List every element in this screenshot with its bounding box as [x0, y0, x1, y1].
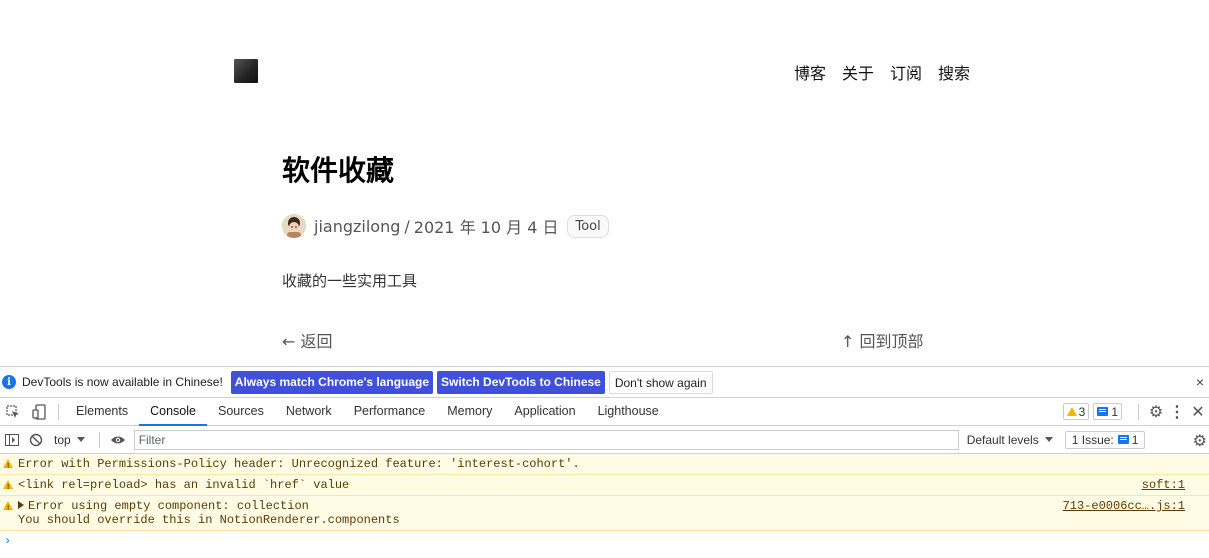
nav-blog[interactable]: 博客 [794, 60, 826, 84]
chevron-down-icon [1044, 437, 1053, 442]
log-levels-dropdown[interactable]: Default levels [967, 433, 1053, 447]
chevron-down-icon [76, 437, 85, 442]
back-to-top-link[interactable]: ↑ 回到顶部 [841, 328, 924, 352]
devtools-panel: i DevTools is now available in Chinese! … [0, 366, 1209, 558]
issues-count: 1 [1131, 432, 1139, 447]
log-levels-value: Default levels [966, 432, 1039, 447]
close-devtools-icon[interactable]: ✕ [1187, 402, 1209, 422]
context-selector[interactable]: top [54, 433, 85, 447]
console-message[interactable]: Error using empty component: collection … [0, 496, 1209, 531]
issues-counter[interactable]: 1 Issue: 1 [1064, 430, 1146, 449]
infobar-close-icon[interactable]: × [1196, 374, 1204, 390]
info-icon: i [2, 375, 16, 389]
infobar-message: DevTools is now available in Chinese! [22, 375, 223, 389]
nav-about[interactable]: 关于 [842, 60, 874, 84]
clear-console-icon[interactable] [24, 426, 48, 453]
message-text-line2: You should override this in NotionRender… [18, 513, 400, 527]
nav-subscribe[interactable]: 订阅 [890, 60, 922, 84]
settings-gear-icon[interactable]: ⚙ [1145, 402, 1167, 422]
console-filterbar: top Default levels 1 Issue: 1 ⚙ [0, 426, 1209, 454]
tabbar-right-controls: 3 1 ⚙ ⋮ ✕ [1062, 398, 1209, 425]
tabbar-divider [58, 403, 59, 420]
filterbar-divider [98, 431, 100, 448]
tab-performance[interactable]: Performance [343, 398, 437, 425]
context-value: top [54, 432, 71, 447]
more-options-icon[interactable]: ⋮ [1167, 402, 1187, 422]
web-page: 博客 关于 订阅 搜索 软件收藏 jiangzilong / 2021 年 10… [0, 0, 1209, 366]
tab-memory[interactable]: Memory [436, 398, 503, 425]
sidebar-toggle-icon[interactable] [0, 426, 24, 453]
post-date: 2021 年 10 月 4 日 [413, 218, 559, 237]
message-text: Error with Permissions-Policy header: Un… [18, 457, 580, 471]
tab-sources[interactable]: Sources [207, 398, 275, 425]
tab-elements[interactable]: Elements [65, 398, 139, 425]
always-match-language-button[interactable]: Always match Chrome's language [230, 370, 434, 394]
console-settings-gear-icon[interactable]: ⚙ [1193, 431, 1207, 451]
message-count: 1 [1111, 404, 1118, 419]
site-logo[interactable] [234, 59, 258, 83]
prompt-chevron-icon: › [4, 534, 12, 548]
warning-icon [3, 480, 13, 495]
post-title: 软件收藏 [282, 154, 395, 187]
dont-show-again-button[interactable]: Don't show again [608, 370, 713, 394]
tab-network[interactable]: Network [275, 398, 343, 425]
post-description: 收藏的一些实用工具 [282, 272, 418, 290]
message-text: <link rel=preload> has an invalid `href`… [18, 478, 350, 492]
back-link[interactable]: ← 返回 [282, 328, 333, 352]
tab-lighthouse[interactable]: Lighthouse [587, 398, 670, 425]
message-source-link[interactable]: soft:1 [1142, 478, 1185, 492]
warning-icon [1066, 407, 1077, 416]
issue-icon [1117, 435, 1129, 444]
console-message[interactable]: Error with Permissions-Policy header: Un… [0, 454, 1209, 475]
warning-count: 3 [1078, 404, 1086, 419]
devtools-tabbar: Elements Console Sources Network Perform… [0, 398, 1209, 426]
console-log: Error with Permissions-Policy header: Un… [0, 454, 1209, 551]
warning-icon [3, 501, 13, 516]
warning-count-badge[interactable]: 3 [1062, 403, 1090, 420]
issues-label: 1 Issue: [1071, 432, 1114, 447]
message-count-badge[interactable]: 1 [1093, 403, 1122, 420]
author-name[interactable]: jiangzilong [314, 217, 400, 236]
device-toolbar-icon[interactable] [26, 398, 52, 425]
message-source-link[interactable]: 713-e0006cc….js:1 [1063, 499, 1185, 513]
live-expression-eye-icon[interactable] [106, 426, 130, 453]
console-filter-input[interactable] [133, 429, 959, 450]
message-text: Error using empty component: collection [28, 499, 309, 513]
language-infobar: i DevTools is now available in Chinese! … [0, 367, 1209, 398]
expand-triangle-icon[interactable] [18, 501, 24, 509]
tabbar-right-divider [1138, 403, 1139, 420]
post-tag[interactable]: Tool [567, 214, 609, 238]
post-meta: jiangzilong / 2021 年 10 月 4 日 Tool [282, 213, 609, 239]
switch-to-chinese-button[interactable]: Switch DevTools to Chinese [437, 370, 605, 394]
top-nav: 博客 关于 订阅 搜索 [794, 60, 970, 84]
console-message[interactable]: <link rel=preload> has an invalid `href`… [0, 475, 1209, 496]
console-prompt[interactable]: › [0, 531, 1209, 551]
meta-separator: / [404, 216, 410, 236]
tab-console[interactable]: Console [139, 398, 207, 426]
nav-search[interactable]: 搜索 [938, 60, 970, 84]
inspect-element-icon[interactable] [0, 398, 26, 425]
author-avatar [282, 214, 306, 238]
warning-icon [3, 459, 13, 474]
tab-application[interactable]: Application [503, 398, 586, 425]
message-icon [1097, 407, 1109, 416]
